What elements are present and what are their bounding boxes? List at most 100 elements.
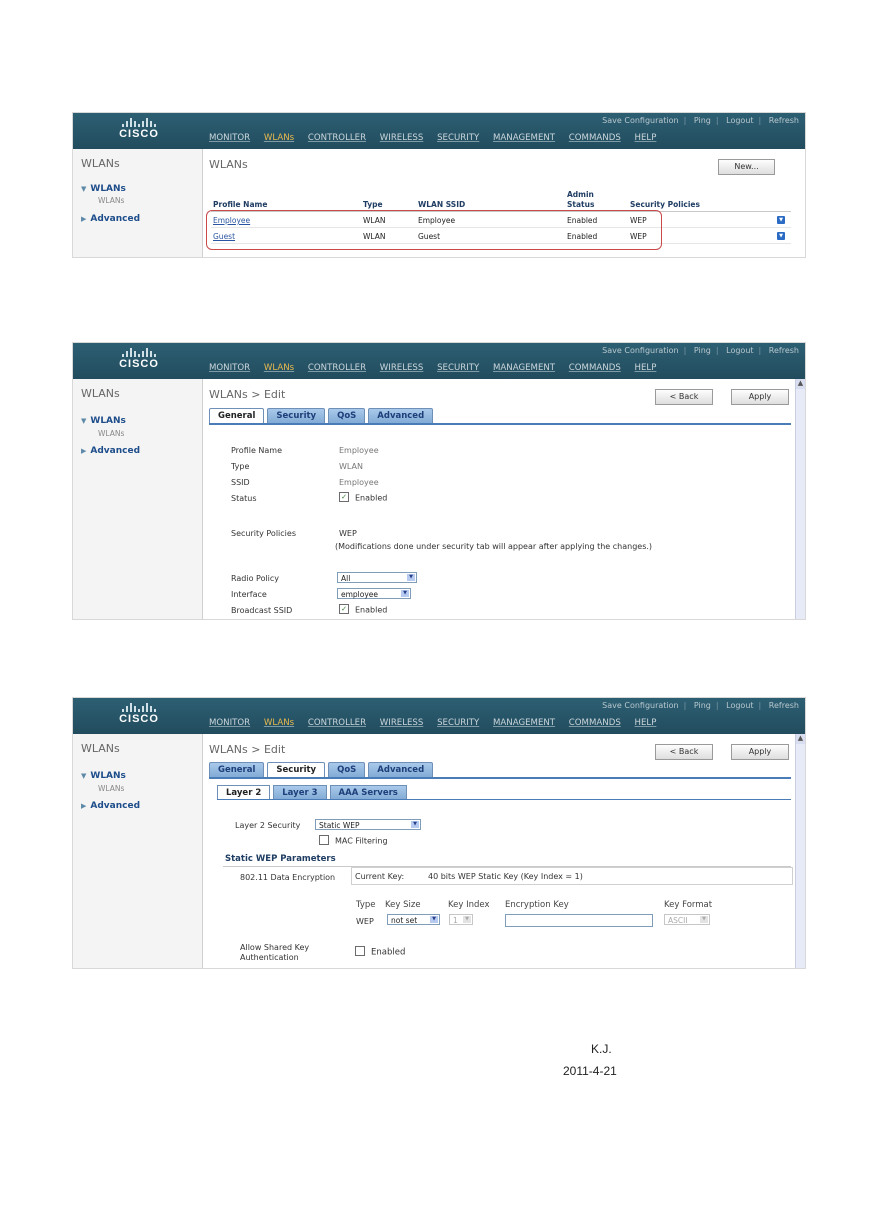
cisco-logo: CISCO [109,703,169,725]
nav-item-wlans[interactable]: ▼ WLANs [81,184,126,194]
nav-item-advanced[interactable]: ▶ Advanced [81,801,140,811]
menu-security[interactable]: SECURITY [437,363,479,373]
menu-wlans[interactable]: WLANs [264,363,294,373]
row-dropdown-icon[interactable]: ▼ [777,232,785,240]
menu-wlans[interactable]: WLANs [264,133,294,143]
key-index-select[interactable]: 1 ▼ [449,914,473,925]
save-configuration-link[interactable]: Save Configuration [602,701,678,710]
nav-subitem-wlans[interactable]: WLANs [98,429,124,438]
key-format-select[interactable]: ASCII ▼ [664,914,710,925]
subtab-layer2[interactable]: Layer 2 [217,785,271,800]
encryption-label: 802.11 Data Encryption [240,873,336,882]
col-profile-name: Profile Name [213,200,268,209]
shared-key-checkbox[interactable]: Enabled [355,946,405,958]
scroll-up-icon[interactable]: ▲ [796,379,805,389]
menu-security[interactable]: SECURITY [437,133,479,143]
nav-subitem-wlans[interactable]: WLANs [98,196,124,205]
back-button[interactable]: < Back [655,744,713,760]
refresh-link[interactable]: Refresh [769,701,799,710]
menu-help[interactable]: HELP [635,133,657,143]
ping-link[interactable]: Ping [694,701,711,710]
broadcast-ssid-checkbox[interactable]: ✓ Enabled [339,604,387,615]
menu-wireless[interactable]: WIRELESS [380,363,424,373]
menu-commands[interactable]: COMMANDS [569,133,621,143]
expanded-triangle-icon: ▼ [81,772,87,780]
security-policies-note: (Modifications done under security tab w… [335,542,653,551]
tab-general[interactable]: General [209,762,265,778]
screenshot-wlan-edit-security: CISCO Save Configuration | Ping | Logout | … [72,697,806,969]
layer2-security-select[interactable]: Static WEP ▼ [315,819,421,830]
ping-link[interactable]: Ping [694,116,711,125]
status-checkbox[interactable]: ✓ Enabled [339,492,387,503]
refresh-link[interactable]: Refresh [769,346,799,355]
menu-monitor[interactable]: MONITOR [209,363,250,373]
menu-wireless[interactable]: WIRELESS [380,133,424,143]
save-configuration-link[interactable]: Save Configuration [602,116,678,125]
menu-controller[interactable]: CONTROLLER [308,718,366,728]
tab-security[interactable]: Security [267,408,326,424]
subtab-layer3[interactable]: Layer 3 [273,785,327,800]
collapsed-triangle-icon: ▶ [81,802,87,810]
layer2-security-label: Layer 2 Security [235,821,301,830]
menu-help[interactable]: HELP [635,718,657,728]
tab-advanced[interactable]: Advanced [368,408,434,424]
ping-link[interactable]: Ping [694,346,711,355]
menu-management[interactable]: MANAGEMENT [493,133,555,143]
row-dropdown-icon[interactable]: ▼ [777,216,785,224]
collapsed-triangle-icon: ▶ [81,447,87,455]
menu-management[interactable]: MANAGEMENT [493,718,555,728]
tab-advanced[interactable]: Advanced [368,762,434,778]
apply-button[interactable]: Apply [731,744,789,760]
col-key-index: Key Index [448,900,490,910]
interface-label: Interface [231,590,267,599]
vertical-scrollbar[interactable]: ▲ [795,734,805,968]
menu-help[interactable]: HELP [635,363,657,373]
nav-item-advanced[interactable]: ▶ Advanced [81,214,140,224]
menu-monitor[interactable]: MONITOR [209,718,250,728]
save-configuration-link[interactable]: Save Configuration [602,346,678,355]
subtab-aaa-servers[interactable]: AAA Servers [329,785,407,800]
expanded-triangle-icon: ▼ [81,185,87,193]
refresh-link[interactable]: Refresh [769,116,799,125]
menu-wlans[interactable]: WLANs [264,718,294,728]
menu-controller[interactable]: CONTROLLER [308,133,366,143]
col-key-format: Key Format [664,900,713,910]
broadcast-ssid-label: Broadcast SSID [231,606,293,615]
encryption-key-input[interactable] [505,914,653,927]
menu-commands[interactable]: COMMANDS [569,718,621,728]
menu-monitor[interactable]: MONITOR [209,133,250,143]
ssid-value: Employee [339,478,379,487]
mac-filtering-checkbox[interactable]: MAC Filtering [319,835,388,846]
logout-link[interactable]: Logout [726,346,753,355]
radio-policy-select[interactable]: All ▼ [337,572,417,583]
logout-link[interactable]: Logout [726,701,753,710]
apply-button[interactable]: Apply [731,389,789,405]
section-title: Static WEP Parameters [225,854,336,864]
nav-item-wlans[interactable]: ▼ WLANs [81,416,126,426]
menu-management[interactable]: MANAGEMENT [493,363,555,373]
date: 2011-4-21 [563,1064,617,1078]
logout-link[interactable]: Logout [726,116,753,125]
tab-qos[interactable]: QoS [328,762,366,778]
nav-subitem-wlans[interactable]: WLANs [98,784,124,793]
col-encryption-key: Encryption Key [505,900,569,910]
nav-item-wlans[interactable]: ▼ WLANs [81,771,126,781]
main-menu: MONITOR WLANs CONTROLLER WIRELESS SECURI… [209,363,667,373]
menu-commands[interactable]: COMMANDS [569,363,621,373]
scroll-up-icon[interactable]: ▲ [796,734,805,744]
chevron-down-icon: ▼ [430,916,438,923]
new-button[interactable]: New... [718,159,775,175]
top-bar: CISCO Save Configuration | Ping | Logout | … [73,343,805,379]
menu-controller[interactable]: CONTROLLER [308,363,366,373]
interface-select[interactable]: employee ▼ [337,588,411,599]
vertical-scrollbar[interactable]: ▲ [795,379,805,619]
tab-qos[interactable]: QoS [328,408,366,424]
nav-item-advanced[interactable]: ▶ Advanced [81,446,140,456]
main-content: WLANs > Edit < Back Apply General Securi… [203,734,805,968]
key-size-select[interactable]: not set ▼ [387,914,440,925]
back-button[interactable]: < Back [655,389,713,405]
highlight-annotation [206,210,662,250]
menu-wireless[interactable]: WIRELESS [380,718,424,728]
menu-security[interactable]: SECURITY [437,718,479,728]
type-label: Type [231,462,250,471]
